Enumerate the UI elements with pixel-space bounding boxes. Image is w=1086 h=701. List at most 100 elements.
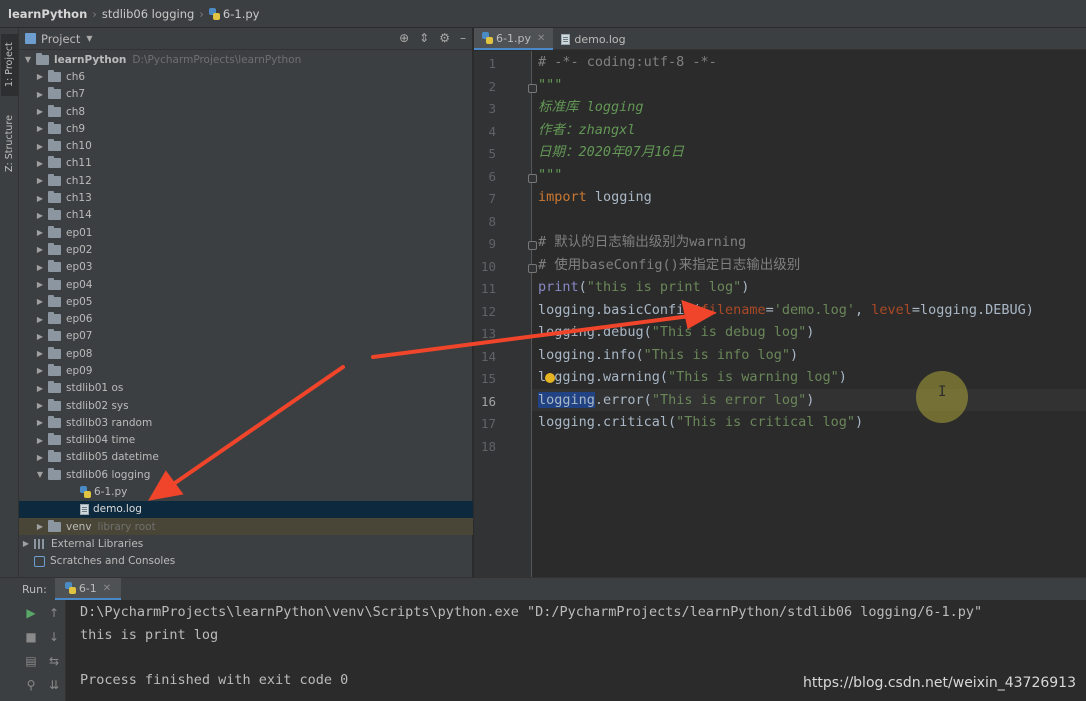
down-arrow-icon[interactable]: ↓ [45,630,63,644]
chevron-right-icon[interactable]: ▶ [35,245,45,254]
tree-folder[interactable]: ▶ ch11 [19,155,473,172]
fold-icon[interactable] [528,241,537,250]
tree-folder[interactable]: ▶ ep02 [19,241,473,258]
chevron-right-icon[interactable]: ▶ [35,332,45,341]
chevron-down-icon[interactable]: ▼ [86,34,92,43]
tree-folder[interactable]: ▶ ch10 [19,137,473,154]
layout-icon[interactable]: ▤ [22,654,40,668]
collapse-all-icon[interactable]: ⇕ [419,31,429,45]
tree-folder[interactable]: ▶ stdlib01 os [19,380,473,397]
chevron-right-icon[interactable]: ▶ [35,159,45,168]
chevron-right-icon[interactable]: ▶ [35,280,45,289]
project-tool-tab[interactable]: 1: Project [1,34,18,96]
structure-tool-tab[interactable]: Z: Structure [1,108,18,180]
chevron-right-icon[interactable]: ▶ [35,297,45,306]
tree-folder[interactable]: ▶ ch14 [19,207,473,224]
chevron-right-icon[interactable]: ▶ [35,349,45,358]
tree-item-label: stdlib02 sys [66,399,129,412]
chevron-right-icon[interactable]: ▶ [35,436,45,445]
stop-icon[interactable]: ■ [22,630,40,644]
chevron-right-icon[interactable]: ▶ [35,142,45,151]
tree-folder[interactable]: ▶ stdlib04 time [19,432,473,449]
tree-folder[interactable]: ▶ stdlib02 sys [19,397,473,414]
line-number: 9 [488,236,496,251]
tab-demo-log[interactable]: demo.log [553,28,633,50]
tree-folder[interactable]: ▶ ep04 [19,276,473,293]
chevron-right-icon[interactable]: ▶ [21,539,31,548]
gear-icon[interactable]: ⚙ [439,31,450,45]
tree-folder[interactable]: ▶ ch9 [19,120,473,137]
python-file-icon [482,32,493,44]
folder-icon [48,225,61,238]
chevron-right-icon[interactable]: ▶ [35,418,45,427]
tree-folder[interactable]: ▶ ep03 [19,259,473,276]
tree-folder[interactable]: ▶ ep09 [19,362,473,379]
tree-folder[interactable]: ▶ ch7 [19,86,473,103]
rerun-icon[interactable]: ▶ [22,606,40,620]
close-icon[interactable]: ✕ [103,583,111,594]
soft-wrap-icon[interactable]: ⇆ [45,654,63,668]
tree-folder-open[interactable]: ▼ stdlib06 logging [19,466,473,483]
tree-item-label: demo.log [93,503,142,516]
folder-icon [48,156,61,169]
line-number: 6 [488,168,496,184]
chevron-right-icon[interactable]: ▶ [35,401,45,410]
tree-folder[interactable]: ▶ stdlib03 random [19,414,473,431]
tree-folder[interactable]: ▶ ep01 [19,224,473,241]
fold-icon[interactable] [528,83,537,93]
tree-venv[interactable]: ▶ venv library root [19,518,473,536]
chevron-right-icon[interactable]: ▶ [35,90,45,99]
tree-folder[interactable]: ▶ ep06 [19,310,473,327]
tab-label: demo.log [574,32,626,46]
chevron-right-icon[interactable]: ▶ [35,211,45,220]
python-file-icon [80,486,91,499]
tree-item-label: ch6 [66,70,86,83]
folder-icon [48,381,61,394]
chevron-right-icon[interactable]: ▶ [35,228,45,237]
tree-external-libraries[interactable]: ▶ External Libraries [19,535,473,552]
tree-folder[interactable]: ▶ ch13 [19,189,473,206]
chevron-right-icon[interactable]: ▶ [35,107,45,116]
tree-file[interactable]: 6-1.py [19,483,473,500]
chevron-down-icon[interactable]: ▼ [23,55,33,64]
breadcrumb-project[interactable]: learnPython [8,7,87,21]
chevron-right-icon[interactable]: ▶ [35,263,45,272]
breadcrumb-folder[interactable]: stdlib06 logging [102,7,194,21]
run-config-tab[interactable]: 6-1 ✕ [54,578,122,600]
chevron-right-icon[interactable]: ▶ [35,315,45,324]
chevron-right-icon[interactable]: ▶ [35,522,45,531]
tree-folder[interactable]: ▶ ch12 [19,172,473,189]
fold-icon[interactable] [528,173,537,183]
chevron-right-icon[interactable]: ▶ [35,384,45,393]
tree-scratches[interactable]: Scratches and Consoles [19,553,473,570]
pin-icon[interactable]: ⚲ [22,678,40,692]
scroll-to-end-icon[interactable]: ⇊ [45,678,63,692]
chevron-down-icon[interactable]: ▼ [35,470,45,479]
tab-6-1-py[interactable]: 6-1.py ✕ [474,28,554,50]
up-arrow-icon[interactable]: ↑ [45,606,63,620]
project-view-selector[interactable]: Project [41,32,80,46]
locate-file-icon[interactable]: ⊕ [399,31,409,45]
chevron-right-icon[interactable]: ▶ [35,194,45,203]
tree-folder[interactable]: ▶ stdlib05 datetime [19,449,473,466]
intention-bulb-icon[interactable] [545,373,555,383]
tree-folder[interactable]: ▶ ep05 [19,293,473,310]
venv-note: library root [97,520,156,533]
line-number: 8 [488,213,496,229]
chevron-right-icon[interactable]: ▶ [35,124,45,133]
tree-folder[interactable]: ▶ ch8 [19,103,473,120]
tree-folder[interactable]: ▶ ch6 [19,68,473,85]
chevron-right-icon[interactable]: ▶ [35,453,45,462]
tree-folder[interactable]: ▶ ep08 [19,345,473,362]
close-icon[interactable]: ✕ [537,33,545,44]
fold-icon[interactable] [528,263,537,273]
tree-folder[interactable]: ▶ ep07 [19,328,473,345]
chevron-right-icon[interactable]: ▶ [35,72,45,81]
tree-file[interactable]: demo.log [19,500,473,519]
minimize-icon[interactable]: – [460,31,466,45]
breadcrumb-file[interactable]: 6-1.py [223,7,260,21]
folder-icon [48,139,61,152]
chevron-right-icon[interactable]: ▶ [35,366,45,375]
chevron-right-icon[interactable]: ▶ [35,176,45,185]
tree-root[interactable]: ▼ learnPython D:\PycharmProjects\learnPyth… [19,51,473,68]
